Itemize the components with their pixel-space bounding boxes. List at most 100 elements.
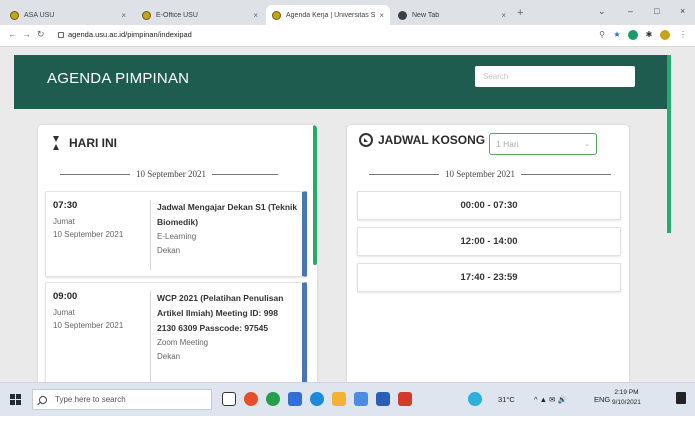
back-icon[interactable]: ← [8, 29, 17, 39]
task-view-icon[interactable] [222, 392, 236, 406]
window-close-icon[interactable]: × [680, 6, 685, 16]
free-slot[interactable]: 12:00 - 14:00 [357, 227, 621, 256]
free-schedule-heading: JADWAL KOSONG [359, 133, 485, 147]
range-select[interactable]: 1 Hari ⌄ [489, 133, 597, 155]
usu-logo-icon [272, 10, 281, 20]
clock-date: 9/10/2021 [612, 399, 641, 406]
app-icon[interactable] [288, 392, 302, 406]
acrobat-icon[interactable] [398, 392, 412, 406]
tab-title: E-Office USU [156, 11, 198, 19]
search-icon [39, 395, 47, 404]
system-tray-icons[interactable]: ^ ▲ ✉ 🔊 [534, 395, 567, 404]
maximize-icon[interactable]: □ [654, 6, 659, 16]
windows-start-icon[interactable] [10, 394, 21, 405]
agenda-card[interactable]: 09:00 Jumat 10 September 2021 WCP 2021 (… [45, 282, 307, 385]
screen: ASA USU × E-Office USU × Agenda Kerja | … [0, 0, 695, 448]
tab-title: ASA USU [24, 11, 55, 19]
minimize-icon[interactable]: – [628, 6, 633, 16]
zoom-icon[interactable]: ⚲ [597, 30, 607, 40]
taskbar-search-placeholder: Type here to search [55, 395, 126, 404]
event-person: Dekan [157, 246, 181, 255]
card-details: WCP 2021 (Pelatihan Penulisan Artikel Il… [150, 291, 298, 385]
event-day: Jumat [53, 217, 75, 226]
event-location: E-Learning [157, 232, 197, 241]
close-icon[interactable]: × [501, 11, 506, 20]
close-icon[interactable]: × [253, 11, 258, 20]
file-explorer-icon[interactable] [332, 392, 346, 406]
menu-icon[interactable]: ⋮ [678, 30, 688, 40]
today-date: 10 September 2021 [136, 169, 206, 179]
taskbar-clock[interactable]: 2:19 PM 9/10/2021 [612, 388, 641, 408]
chrome-icon [398, 10, 407, 20]
browser-tab-strip: ASA USU × E-Office USU × Agenda Kerja | … [0, 0, 695, 25]
app-icon[interactable] [354, 392, 368, 406]
hourglass-icon [52, 136, 60, 150]
card-meta: 09:00 Jumat 10 September 2021 [53, 291, 141, 332]
bookmark-star-icon[interactable]: ★ [612, 30, 622, 40]
windows-taskbar: Type here to search 31°C ^ ▲ ✉ 🔊 ENG 2:1… [0, 382, 695, 416]
language-indicator[interactable]: ENG [594, 395, 610, 404]
card-meta: 07:30 Jumat 10 September 2021 [53, 200, 141, 241]
free-date: 10 September 2021 [445, 169, 515, 179]
tab-new-tab[interactable]: New Tab × [392, 5, 512, 25]
event-location: Zoom Meeting [157, 338, 209, 347]
event-date: 10 September 2021 [53, 230, 124, 239]
usu-logo-icon [142, 10, 151, 20]
tab-title: New Tab [412, 11, 440, 19]
usu-logo-icon [10, 10, 19, 20]
tab-e-office[interactable]: E-Office USU × [136, 5, 264, 25]
agenda-card[interactable]: 07:30 Jumat 10 September 2021 Jadwal Men… [45, 191, 307, 277]
extensions-puzzle-icon[interactable]: ✱ [644, 30, 654, 40]
lock-icon [58, 32, 64, 38]
profile-avatar[interactable] [660, 30, 670, 40]
background [0, 416, 695, 448]
card-details: Jadwal Mengajar Dekan S1 (Teknik Biomedi… [150, 200, 298, 270]
page-scrollbar[interactable] [667, 55, 671, 233]
event-date: 10 September 2021 [53, 321, 124, 330]
notification-icon[interactable] [676, 392, 686, 404]
app-icon[interactable] [468, 392, 482, 406]
page-content: AGENDA PIMPINAN HARI INI 10 September 20… [0, 47, 695, 385]
clock-icon [359, 133, 373, 147]
weather-text[interactable]: 31°C [498, 395, 515, 404]
tab-title: Agenda Kerja | Universitas Sumat [286, 11, 376, 19]
event-time: 09:00 [53, 291, 78, 302]
site-header: AGENDA PIMPINAN [14, 55, 667, 109]
event-title: WCP 2021 (Pelatihan Penulisan Artikel Il… [157, 293, 284, 333]
firefox-icon[interactable] [244, 392, 258, 406]
clock-time: 2:19 PM [614, 389, 639, 396]
range-select-value: 1 Hari [496, 139, 519, 149]
chevron-down-icon: ⌄ [584, 141, 590, 148]
extension-icon[interactable] [628, 30, 638, 40]
word-icon[interactable] [376, 392, 390, 406]
close-icon[interactable]: × [379, 11, 384, 20]
event-day: Jumat [53, 308, 75, 317]
chrome-taskbar-icon[interactable] [266, 392, 280, 406]
panel-scrollbar[interactable] [313, 125, 317, 265]
close-icon[interactable]: × [121, 11, 126, 20]
forward-icon[interactable]: → [22, 29, 31, 39]
tab-search-icon[interactable]: ⌄ [598, 6, 606, 17]
tab-asa-usu[interactable]: ASA USU × [4, 5, 132, 25]
address-bar[interactable]: agenda.usu.ac.id/pimpinan/indexipad [56, 28, 566, 44]
edge-icon[interactable] [310, 392, 324, 406]
new-tab-button[interactable]: + [517, 7, 523, 19]
free-schedule-panel: JADWAL KOSONG 1 Hari ⌄ 10 September 2021… [347, 125, 629, 385]
search-input[interactable] [475, 66, 635, 87]
today-heading: HARI INI [52, 136, 117, 150]
today-heading-text: HARI INI [69, 136, 117, 150]
event-title: Jadwal Mengajar Dekan S1 (Teknik Biomedi… [157, 202, 298, 227]
taskbar-search[interactable]: Type here to search [32, 389, 212, 410]
today-date-divider: 10 September 2021 [60, 169, 278, 179]
today-panel: HARI INI 10 September 2021 07:30 Jumat 1… [38, 125, 317, 385]
browser-toolbar: ← → ↻ agenda.usu.ac.id/pimpinan/indexipa… [0, 25, 695, 47]
free-schedule-heading-text: JADWAL KOSONG [378, 133, 486, 147]
event-time: 07:30 [53, 200, 78, 211]
free-slot[interactable]: 17:40 - 23:59 [357, 263, 621, 292]
tab-agenda-kerja[interactable]: Agenda Kerja | Universitas Sumat × [266, 5, 390, 25]
free-slot[interactable]: 00:00 - 07:30 [357, 191, 621, 220]
url-text: agenda.usu.ac.id/pimpinan/indexipad [68, 30, 192, 39]
free-date-divider: 10 September 2021 [369, 169, 611, 179]
page-title: AGENDA PIMPINAN [47, 70, 190, 87]
reload-icon[interactable]: ↻ [37, 29, 45, 40]
